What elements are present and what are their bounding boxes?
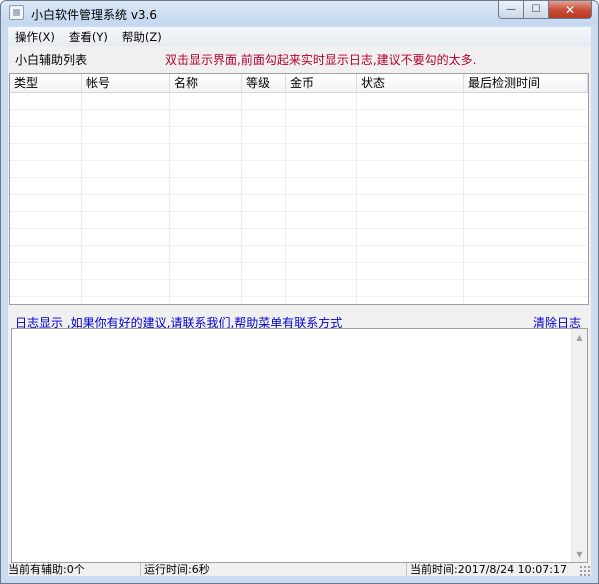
column-header-level[interactable]: 等级	[242, 74, 286, 92]
maximize-button[interactable]: ☐	[524, 1, 549, 19]
close-button[interactable]: ✕	[549, 1, 592, 19]
scroll-up-arrow-icon[interactable]: ▲	[572, 329, 587, 345]
menu-operate[interactable]: 操作(X)	[8, 29, 62, 45]
minimize-button[interactable]: —	[498, 1, 524, 19]
status-assist-count: 当前有辅助:0个	[8, 563, 141, 576]
assist-list-table[interactable]: 类型 帐号 名称 等级 金币 状态 最后检测时间	[9, 73, 589, 305]
log-textarea[interactable]: ▲ ▼	[11, 328, 588, 563]
menu-view[interactable]: 查看(Y)	[62, 29, 115, 45]
caption-buttons: — ☐ ✕	[498, 1, 592, 20]
client-area: 小白辅助列表 双击显示界面,前面勾起来实时显示日志,建议不要勾的太多. 类型 帐…	[8, 46, 591, 576]
window-title: 小白软件管理系统 v3.6	[31, 8, 158, 22]
scroll-down-arrow-icon[interactable]: ▼	[572, 546, 587, 562]
table-body[interactable]	[10, 93, 588, 304]
column-divider	[241, 93, 242, 304]
column-header-last-check-time[interactable]: 最后检测时间	[464, 74, 588, 92]
status-bar: 当前有辅助:0个 运行时间:6秒 当前时间:2017/8/24 10:07:17	[8, 563, 591, 576]
status-current-time: 当前时间:2017/8/24 10:07:17	[410, 563, 568, 576]
title-bar[interactable]: 小白软件管理系统 v3.6 — ☐ ✕	[1, 1, 598, 25]
status-run-time: 运行时间:6秒	[144, 563, 407, 576]
menu-bar: 操作(X) 查看(Y) 帮助(Z)	[8, 27, 591, 46]
column-header-gold[interactable]: 金币	[286, 74, 357, 92]
table-header: 类型 帐号 名称 等级 金币 状态 最后检测时间	[10, 74, 588, 93]
column-header-name[interactable]: 名称	[170, 74, 242, 92]
column-divider	[169, 93, 170, 304]
assist-list-label: 小白辅助列表	[15, 53, 88, 67]
column-header-account[interactable]: 帐号	[82, 74, 170, 92]
column-divider	[356, 93, 357, 304]
main-window: 小白软件管理系统 v3.6 — ☐ ✕ 操作(X) 查看(Y) 帮助(Z) 小白…	[0, 0, 599, 584]
column-divider	[81, 93, 82, 304]
list-hint-text: 双击显示界面,前面勾起来实时显示日志,建议不要勾的太多.	[165, 53, 477, 67]
size-grip-icon[interactable]	[579, 565, 590, 576]
column-divider	[285, 93, 286, 304]
log-vertical-scrollbar[interactable]: ▲ ▼	[571, 329, 587, 562]
column-divider	[463, 93, 464, 304]
log-content[interactable]	[12, 329, 570, 562]
menu-help[interactable]: 帮助(Z)	[115, 29, 169, 45]
app-window-icon[interactable]	[9, 5, 24, 20]
column-header-status[interactable]: 状态	[357, 74, 464, 92]
column-header-type[interactable]: 类型	[10, 74, 82, 92]
